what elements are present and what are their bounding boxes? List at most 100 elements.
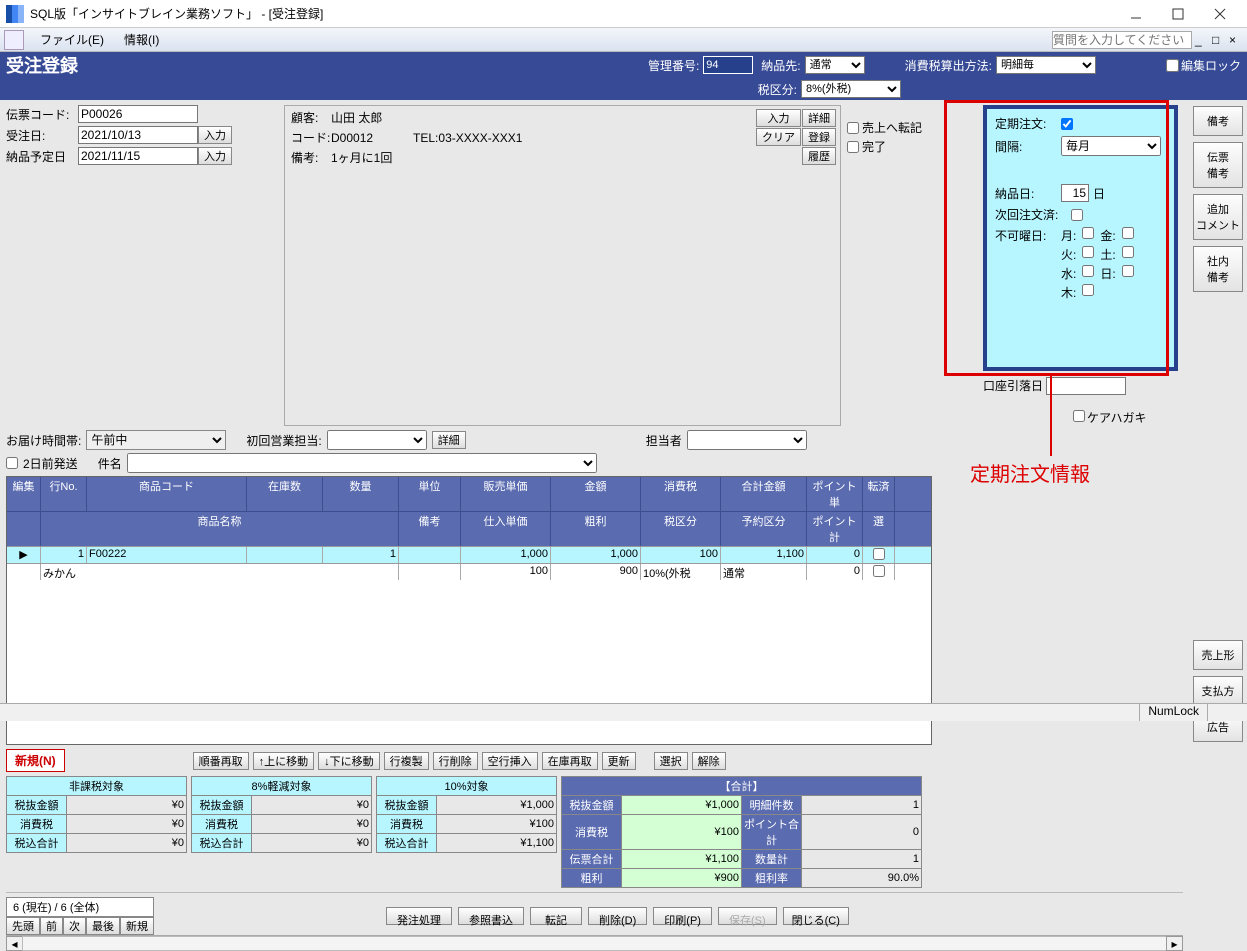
help-search-input[interactable]: [1052, 31, 1192, 49]
tel-label: TEL:: [413, 131, 438, 145]
col-stock: 在庫数: [247, 477, 323, 511]
editlock-check[interactable]: [1166, 59, 1179, 72]
save-button[interactable]: 保存(S): [718, 907, 777, 925]
duprow-button[interactable]: 行複製: [384, 752, 429, 770]
periodic-check[interactable]: [1061, 118, 1073, 130]
grid-row[interactable]: ▶ 1 F00222 1 1,000 1,000 100 1,100 0: [7, 546, 931, 563]
cust-input-button[interactable]: 入力: [756, 109, 801, 127]
insrow-button[interactable]: 空行挿入: [482, 752, 538, 770]
col-unit: 単位: [399, 477, 461, 511]
rep-select[interactable]: [687, 430, 807, 450]
customer-label: 顧客:: [291, 109, 331, 126]
po-button[interactable]: 発注処理: [386, 907, 452, 925]
col-resv: 予約区分: [721, 512, 807, 546]
col-pointunit: ポイント単: [807, 477, 863, 511]
mdi-close-icon[interactable]: ×: [1229, 33, 1243, 47]
delivtime-select[interactable]: 午前中: [86, 430, 226, 450]
nav-new-button[interactable]: 新規: [120, 917, 154, 935]
nav-next-button[interactable]: 次: [63, 917, 86, 935]
nextdone-check[interactable]: [1071, 209, 1083, 221]
scroll-track[interactable]: [22, 936, 1167, 951]
menu-info[interactable]: 情報(I): [114, 31, 169, 48]
horizontal-scrollbar[interactable]: ◂ ▸: [6, 935, 1183, 951]
mon-label: 月:: [1061, 227, 1076, 244]
nav-first-button[interactable]: 先頭: [6, 917, 40, 935]
print-button[interactable]: 印刷(P): [653, 907, 712, 925]
cust-register-button[interactable]: 登録: [802, 128, 836, 146]
delete-button[interactable]: 削除(D): [588, 907, 647, 925]
nav-prev-button[interactable]: 前: [40, 917, 63, 935]
cust-detail-button[interactable]: 詳細: [802, 109, 836, 127]
col-remark: 備考: [399, 512, 461, 546]
subject-select[interactable]: [127, 453, 597, 473]
select-button[interactable]: 選択: [654, 752, 688, 770]
interval-label: 間隔:: [995, 138, 1061, 155]
cust-history-button[interactable]: 履歴: [802, 147, 836, 165]
twoday-check[interactable]: [6, 457, 18, 469]
side-slipremark-button[interactable]: 伝票 備考: [1193, 142, 1243, 188]
close-form-button[interactable]: 閉じる(C): [783, 907, 849, 925]
moveup-button[interactable]: ↑上に移動: [253, 752, 315, 770]
side-payment-button[interactable]: 支払方: [1193, 676, 1243, 706]
reorder-button[interactable]: 順番再取: [193, 752, 249, 770]
sat-check[interactable]: [1122, 246, 1134, 258]
menu-file[interactable]: ファイル(E): [30, 31, 114, 48]
firstrep-select[interactable]: [327, 430, 427, 450]
orderdate-label: 受注日:: [6, 127, 78, 144]
done-check[interactable]: [847, 141, 859, 153]
carecard-check[interactable]: [1073, 410, 1085, 422]
delivday-input[interactable]: [1061, 184, 1089, 202]
slipcode-input[interactable]: [78, 105, 198, 123]
scroll-right-icon[interactable]: ▸: [1166, 936, 1183, 951]
mgmtnum-input[interactable]: [703, 56, 753, 74]
tosales-check[interactable]: [847, 122, 859, 134]
mdi-restore-icon[interactable]: □: [1212, 33, 1226, 47]
orderdate-input-button[interactable]: 入力: [198, 126, 232, 144]
side-addcomment-button[interactable]: 追加 コメント: [1193, 194, 1243, 240]
refwrite-button[interactable]: 参照書込: [458, 907, 524, 925]
movedown-button[interactable]: ↓下に移動: [318, 752, 380, 770]
interval-select[interactable]: 毎月: [1061, 136, 1161, 156]
form-view-icon[interactable]: [4, 30, 24, 50]
delivdate-input-button[interactable]: 入力: [198, 147, 232, 165]
posted-check[interactable]: [873, 548, 885, 560]
mon-check[interactable]: [1082, 227, 1094, 239]
col-ptt: ポイント計: [807, 512, 863, 546]
dest-select[interactable]: 通常: [805, 56, 865, 74]
cust-clear-button[interactable]: クリア: [756, 128, 801, 146]
side-remark-button[interactable]: 備考: [1193, 106, 1243, 136]
grid-row-sub[interactable]: みかん 100 900 10%(外税 通常 0: [7, 563, 931, 580]
delrow-button[interactable]: 行削除: [433, 752, 478, 770]
col-unitprice: 販売単価: [461, 477, 551, 511]
fri-check[interactable]: [1122, 227, 1134, 239]
tue-check[interactable]: [1082, 246, 1094, 258]
sun-check[interactable]: [1122, 265, 1134, 277]
maximize-button[interactable]: [1157, 2, 1199, 26]
nogood-label: 不可曜日:: [995, 227, 1061, 244]
minimize-button[interactable]: [1115, 2, 1157, 26]
thu-check[interactable]: [1082, 284, 1094, 296]
stockre-button[interactable]: 在庫再取: [542, 752, 598, 770]
close-button[interactable]: [1199, 2, 1241, 26]
deselect-button[interactable]: 解除: [692, 752, 726, 770]
debitdate-input[interactable]: [1046, 377, 1126, 395]
update-button[interactable]: 更新: [602, 752, 636, 770]
wed-check[interactable]: [1082, 265, 1094, 277]
col-edit[interactable]: 編集: [7, 477, 41, 511]
taxmethod-select[interactable]: 明細毎: [996, 56, 1096, 74]
delivday-label: 納品日:: [995, 185, 1061, 202]
select-check[interactable]: [873, 565, 885, 577]
nav-last-button[interactable]: 最後: [86, 917, 120, 935]
side-internal-button[interactable]: 社内 備考: [1193, 246, 1243, 292]
firstrep-detail-button[interactable]: 詳細: [432, 431, 466, 449]
side-salesform-button[interactable]: 売上形: [1193, 640, 1243, 670]
post-button[interactable]: 転記: [530, 907, 582, 925]
scroll-left-icon[interactable]: ◂: [6, 936, 23, 951]
taxcat-select[interactable]: 8%(外税): [801, 80, 901, 98]
sat-label: 土:: [1100, 246, 1115, 263]
new-button[interactable]: 新規(N): [6, 749, 65, 772]
mdi-minimize-icon[interactable]: _: [1195, 33, 1209, 47]
orderdate-input[interactable]: [78, 126, 198, 144]
delivdate-input[interactable]: [78, 147, 198, 165]
row-selector[interactable]: ▶: [7, 547, 41, 563]
